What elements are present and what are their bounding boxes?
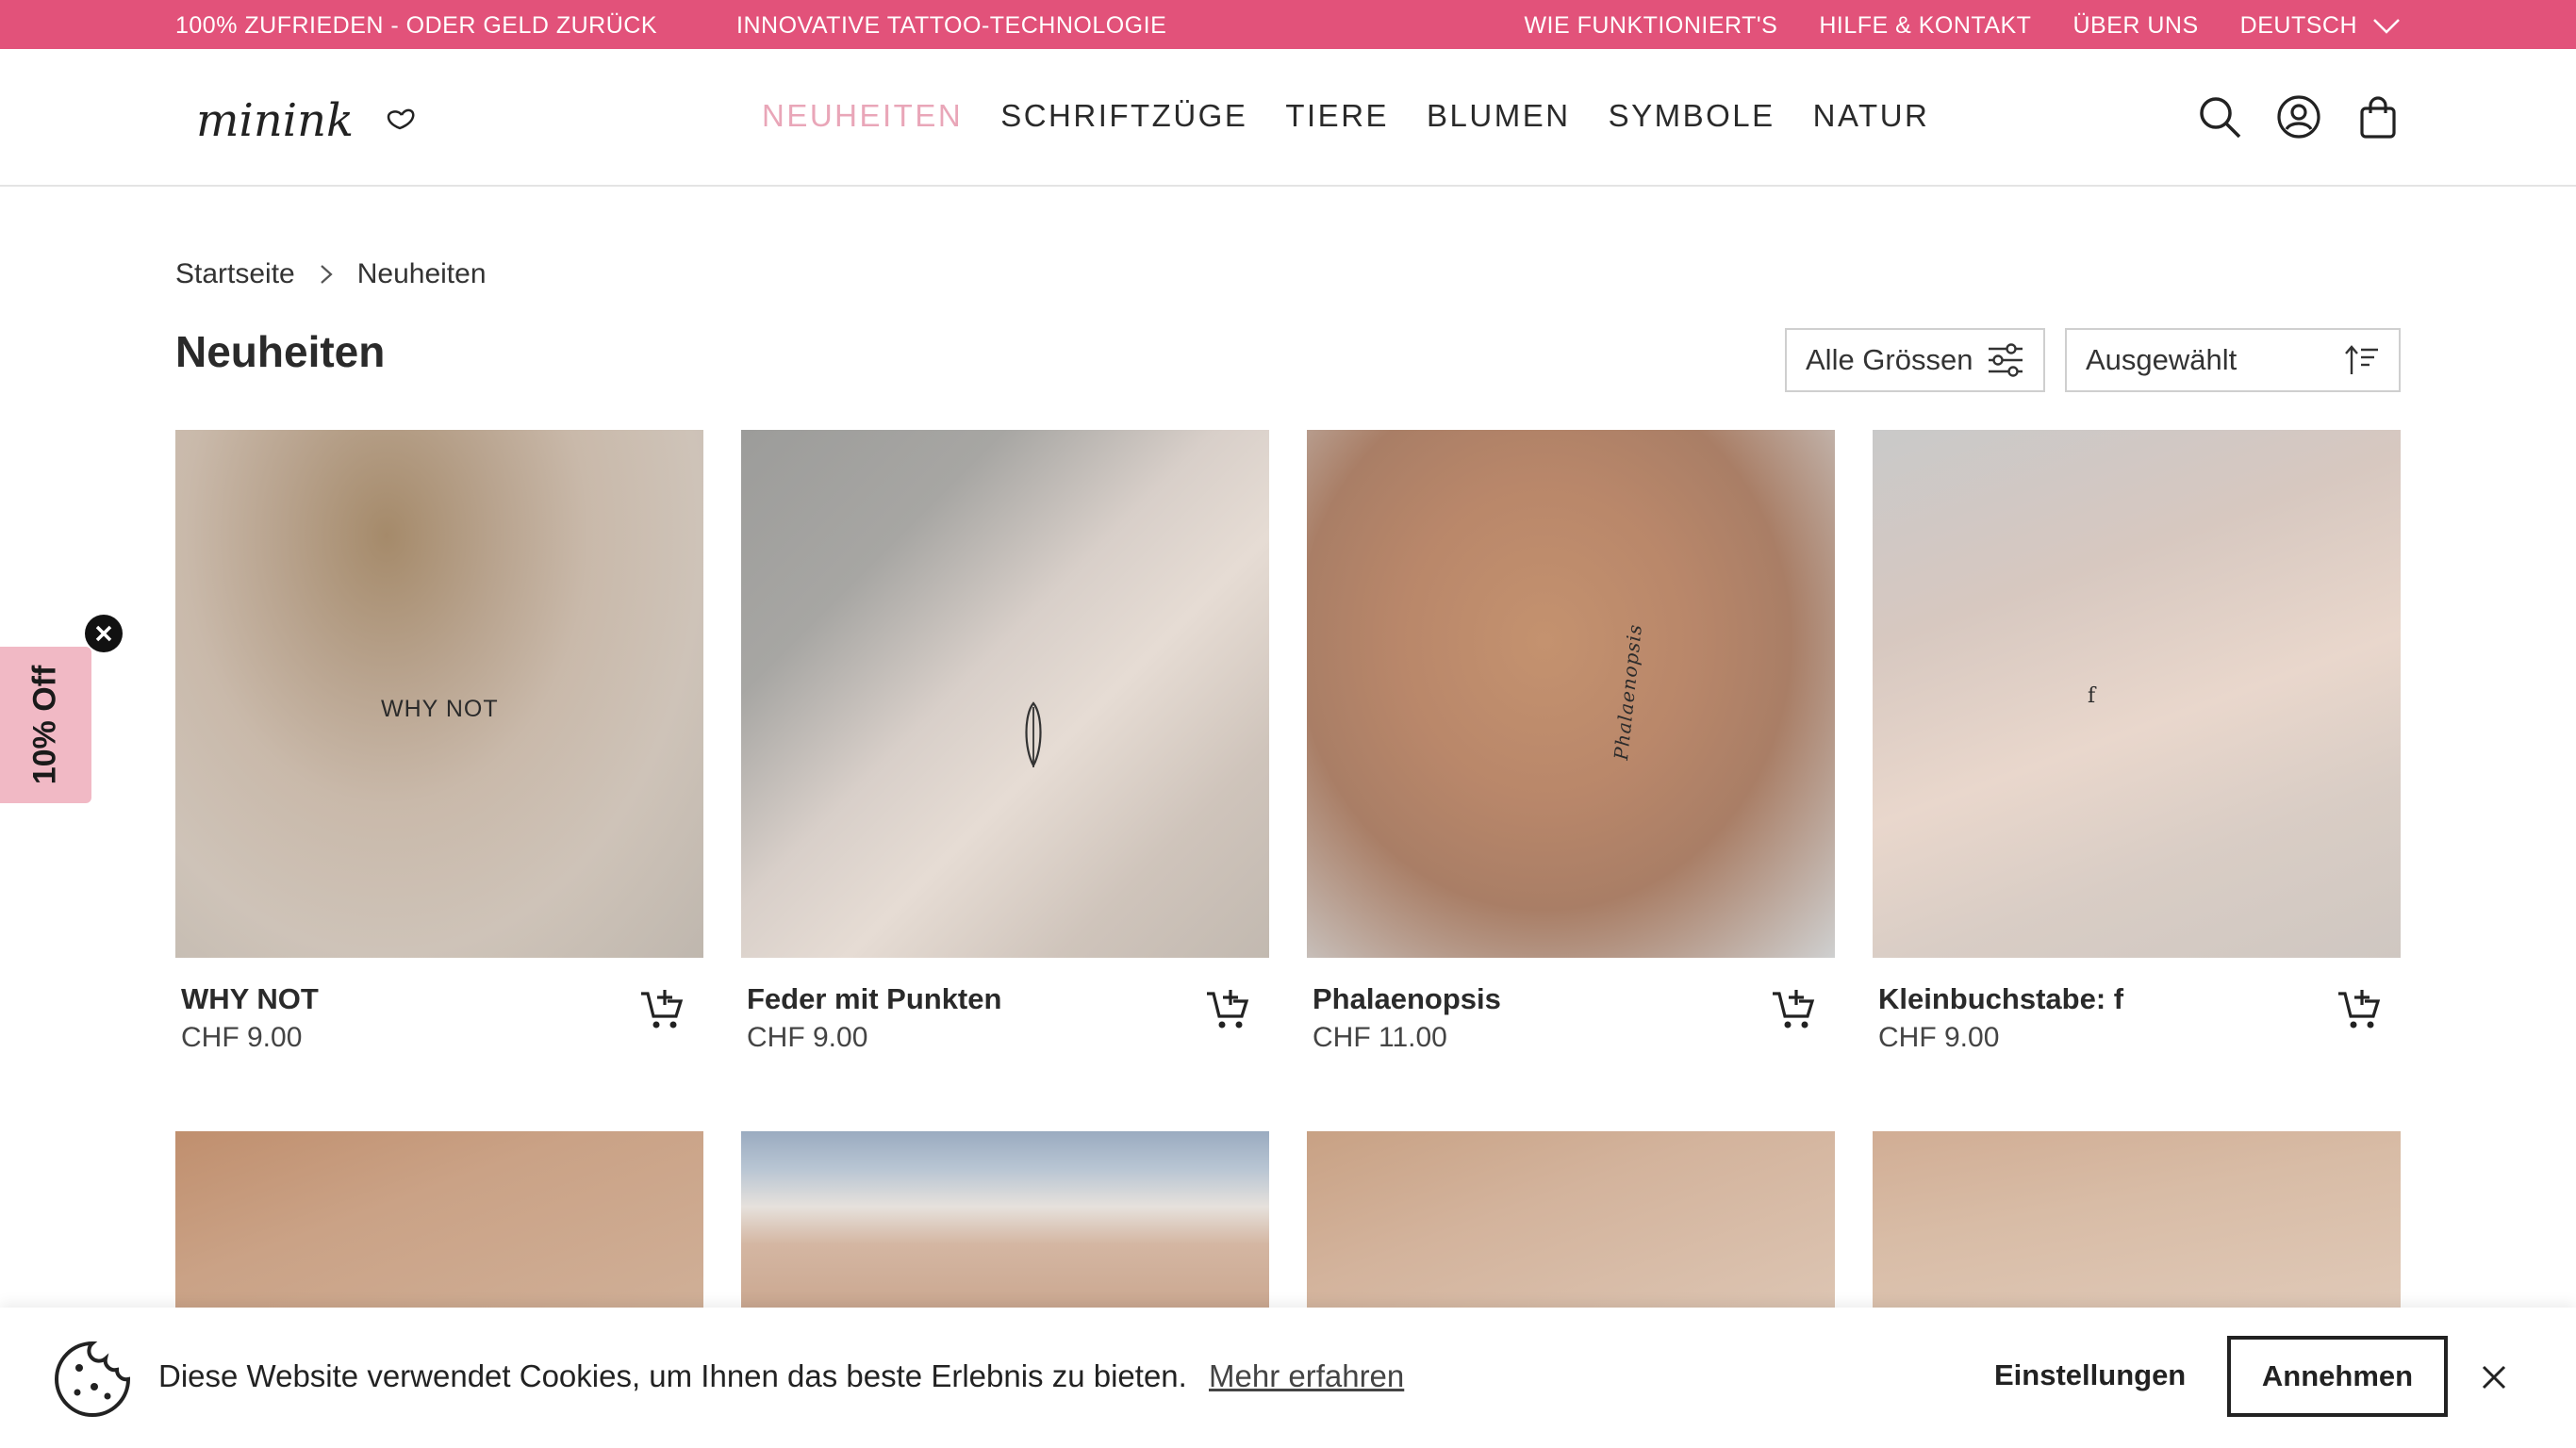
sort-label: Ausgewählt [2086,343,2237,376]
cookie-close-button[interactable] [2482,1358,2506,1396]
search-icon[interactable] [2197,94,2242,140]
topbar-promise: 100% ZUFRIEDEN - ODER GELD ZURÜCK [175,12,658,39]
tattoo-text: f [2088,684,2097,708]
topbar-technology: INNOVATIVE TATTOO-TECHNOLOGIE [736,12,1167,39]
product-image[interactable] [741,430,1269,958]
add-to-cart-icon[interactable] [2337,986,2382,1031]
product-image[interactable]: Phalaenopsis [1307,430,1835,958]
cookie-settings-button[interactable]: Einstellungen [1994,1358,2186,1392]
add-to-cart-icon[interactable] [1205,986,1250,1031]
account-icon[interactable] [2276,94,2321,140]
cookie-message: Diese Website verwendet Cookies, um Ihne… [158,1358,1404,1394]
sort-select[interactable]: Ausgewählt [2065,328,2401,392]
cart-icon[interactable] [2355,94,2401,140]
topbar-link-about[interactable]: ÜBER UNS [2072,12,2198,40]
main-nav: NEUHEITEN SCHRIFTZÜGE TIERE BLUMEN SYMBO… [762,98,1929,134]
product-image[interactable]: WHY NOT [175,430,703,958]
nav-item-schriftzuege[interactable]: SCHRIFTZÜGE [1000,98,1247,134]
product-name[interactable]: Phalaenopsis [1313,982,1501,1016]
close-icon [95,625,112,642]
product-image[interactable] [175,1131,703,1320]
cookie-banner: Diese Website verwendet Cookies, um Ihne… [0,1308,2576,1448]
size-filter-button[interactable]: Alle Grössen [1785,328,2045,392]
svg-text:minink: minink [196,94,354,147]
site-header: minink NEUHEITEN SCHRIFTZÜGE TIERE BLUME… [0,49,2576,187]
cookie-learn-more-link[interactable]: Mehr erfahren [1209,1358,1404,1393]
nav-item-tiere[interactable]: TIERE [1285,98,1389,134]
nav-item-neuheiten[interactable]: NEUHEITEN [762,98,963,134]
product-image[interactable] [1307,1131,1835,1320]
product-image[interactable]: f [1873,430,2401,958]
breadcrumb: Startseite Neuheiten [175,258,487,290]
product-name[interactable]: Feder mit Punkten [747,982,1001,1016]
chevron-right-icon [320,265,333,284]
nav-item-blumen[interactable]: BLUMEN [1427,98,1571,134]
language-label: DEUTSCH [2239,12,2357,39]
sort-icon [2345,345,2378,374]
product-price: CHF 9.00 [181,1022,303,1053]
chevron-down-icon [2373,18,2400,34]
add-to-cart-icon[interactable] [1771,986,1816,1031]
promo-close-button[interactable] [85,615,123,652]
discount-promo-tab[interactable]: 10% Off [0,647,91,803]
product-price: CHF 9.00 [1878,1022,2000,1053]
language-selector[interactable]: DEUTSCH [2240,12,2401,40]
cookie-text: Diese Website verwendet Cookies, um Ihne… [158,1358,1187,1393]
promo-label: 10% Off [26,665,63,785]
product-image[interactable] [741,1131,1269,1320]
nav-item-natur[interactable]: NATUR [1813,98,1930,134]
product-price: CHF 11.00 [1313,1022,1447,1053]
size-filter-label: Alle Grössen [1806,343,1973,376]
cookie-icon [55,1341,131,1417]
product-price: CHF 9.00 [747,1022,868,1053]
topbar-link-how-it-works[interactable]: WIE FUNKTIONIERT'S [1524,12,1777,40]
topbar-link-help-contact[interactable]: HILFE & KONTAKT [1819,12,2031,40]
tattoo-text: WHY NOT [381,696,499,722]
tattoo-text: Phalaenopsis [1610,622,1647,762]
page-title: Neuheiten [175,327,386,376]
nav-item-symbole[interactable]: SYMBOLE [1609,98,1775,134]
breadcrumb-current: Neuheiten [356,258,487,289]
sliders-icon [1989,343,2023,377]
product-image[interactable] [1873,1131,2401,1320]
product-name[interactable]: WHY NOT [181,982,319,1016]
minink-logo[interactable]: minink [192,89,428,156]
announcement-bar: 100% ZUFRIEDEN - ODER GELD ZURÜCK INNOVA… [0,0,2576,49]
product-name[interactable]: Kleinbuchstabe: f [1878,982,2123,1016]
feather-tattoo [1025,701,1042,768]
breadcrumb-home[interactable]: Startseite [175,258,295,290]
add-to-cart-icon[interactable] [639,986,685,1031]
close-icon [2482,1365,2506,1390]
cookie-accept-button[interactable]: Annehmen [2227,1336,2448,1417]
